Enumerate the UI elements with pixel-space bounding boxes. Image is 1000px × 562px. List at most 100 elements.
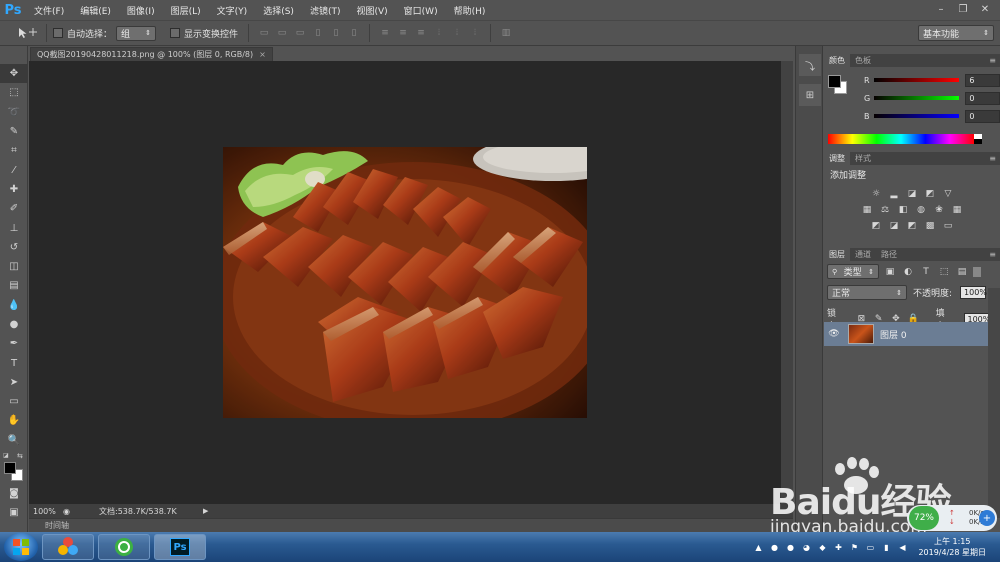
photo-filter-icon[interactable]: ◍	[914, 204, 928, 216]
distribute-hcenter-icon[interactable]: ⦙	[451, 27, 463, 39]
distribute-vcenter-icon[interactable]: ≡	[397, 27, 409, 39]
zoom-level[interactable]: 100%	[29, 507, 63, 516]
layer-name[interactable]: 图层 0	[880, 328, 907, 341]
properties-panel-icon[interactable]: ⊞	[799, 84, 821, 106]
filter-smart-icon[interactable]: ▤	[955, 266, 969, 278]
posterize-icon[interactable]: ◪	[887, 220, 901, 232]
tab-swatches[interactable]: 色板	[850, 54, 876, 67]
blur-tool-icon[interactable]: 💧	[0, 296, 28, 315]
marquee-tool-icon[interactable]: ⬚	[0, 83, 28, 102]
menu-image[interactable]: 图像(I)	[119, 4, 163, 17]
menu-window[interactable]: 窗口(W)	[396, 4, 446, 17]
menu-select[interactable]: 选择(S)	[255, 4, 302, 17]
menu-type[interactable]: 文字(Y)	[209, 4, 256, 17]
menu-layer[interactable]: 图层(L)	[163, 4, 209, 17]
menu-file[interactable]: 文件(F)	[26, 4, 72, 17]
add-icon[interactable]: +	[979, 510, 995, 526]
b-slider-track[interactable]	[873, 114, 960, 118]
clone-stamp-tool-icon[interactable]: ⊥	[0, 218, 28, 237]
black-white-icon[interactable]: ◧	[896, 204, 910, 216]
color-balance-icon[interactable]: ⚖	[878, 204, 892, 216]
close-icon[interactable]: ×	[259, 50, 266, 59]
swap-colors-icon[interactable]: ⇆	[17, 452, 23, 460]
eye-icon[interactable]: 👁	[824, 329, 844, 339]
channel-mixer-icon[interactable]: ❀	[932, 204, 946, 216]
history-brush-tool-icon[interactable]: ↺	[0, 238, 28, 257]
r-slider-track[interactable]	[873, 78, 960, 82]
color-slider-r[interactable]: R 6	[824, 71, 1000, 89]
filter-type-icon[interactable]: T	[919, 266, 933, 278]
menu-filter[interactable]: 滤镜(T)	[302, 4, 349, 17]
align-right-icon[interactable]: ▯	[348, 27, 360, 39]
hand-tool-icon[interactable]: ✋	[0, 411, 28, 430]
security-icon[interactable]: ✚	[832, 541, 844, 553]
show-transform-checkbox[interactable]	[170, 28, 181, 38]
invert-icon[interactable]: ◩	[869, 220, 883, 232]
eraser-tool-icon[interactable]: ◫	[0, 257, 28, 276]
display-icon[interactable]: ▭	[864, 541, 876, 553]
auto-select-dropdown[interactable]: 组 ⇕	[116, 25, 157, 41]
levels-icon[interactable]: ▂	[887, 188, 901, 200]
foreground-color-swatch[interactable]	[828, 75, 841, 88]
color-fg-bg-swatches[interactable]	[828, 75, 848, 95]
clock[interactable]: 上午 1:15 2019/4/28 星期日	[918, 536, 986, 558]
tab-layers[interactable]: 图层	[824, 248, 850, 261]
close-button[interactable]: ✕	[976, 2, 994, 16]
distribute-left-icon[interactable]: ⦙	[433, 27, 445, 39]
document-tab[interactable]: QQ截图20190428011218.png @ 100% (图层 0, RGB…	[30, 47, 273, 61]
filter-toggle-icon[interactable]	[973, 266, 981, 277]
canvas-vertical-scrollbar[interactable]	[781, 61, 793, 504]
gradient-map-icon[interactable]: ▭	[941, 220, 955, 232]
rectangle-tool-icon[interactable]: ▭	[0, 392, 28, 411]
crop-tool-icon[interactable]: ⌗	[0, 141, 28, 160]
path-select-tool-icon[interactable]: ➤	[0, 373, 28, 392]
taskbar-app-photoshop[interactable]: Ps	[154, 534, 206, 560]
qq-icon[interactable]: ●	[768, 541, 780, 553]
pen-tool-icon[interactable]: ✒	[0, 334, 28, 353]
shield-icon[interactable]: ◆	[816, 541, 828, 553]
tab-channels[interactable]: 通道	[850, 248, 876, 261]
opacity-input[interactable]: 100%	[960, 286, 987, 299]
color-lookup-icon[interactable]: ▦	[950, 204, 964, 216]
tray-expand-icon[interactable]: ▲	[752, 541, 764, 553]
foreground-color-swatch[interactable]	[4, 461, 16, 474]
curves-icon[interactable]: ◪	[905, 188, 919, 200]
auto-select-checkbox[interactable]	[53, 28, 63, 38]
align-left-icon[interactable]: ▯	[312, 27, 324, 39]
volume-icon[interactable]: ◀	[896, 541, 908, 553]
flag-icon[interactable]: ⚑	[848, 541, 860, 553]
status-menu-arrow-icon[interactable]: ▶	[203, 507, 208, 515]
timeline-tab[interactable]: 时间轴	[29, 518, 793, 532]
tab-paths[interactable]: 路径	[876, 248, 902, 261]
move-tool-preset-icon[interactable]	[14, 25, 40, 41]
healing-brush-tool-icon[interactable]: ✚	[0, 180, 28, 199]
menu-edit[interactable]: 编辑(E)	[72, 4, 119, 17]
r-value-input[interactable]: 6	[965, 73, 1000, 87]
align-bottom-icon[interactable]: ▭	[294, 27, 306, 39]
blend-mode-dropdown[interactable]: 正常 ⇕	[827, 285, 907, 300]
dodge-tool-icon[interactable]: ●	[0, 315, 28, 334]
distribute-bottom-icon[interactable]: ≡	[415, 27, 427, 39]
quick-mask-icon[interactable]: ◙	[0, 484, 28, 503]
color-spectrum-bw[interactable]	[974, 134, 982, 144]
minimize-button[interactable]: –	[932, 2, 950, 16]
menu-view[interactable]: 视图(V)	[348, 4, 395, 17]
color-slider-b[interactable]: B 0	[824, 107, 1000, 125]
color-spectrum[interactable]	[828, 134, 974, 144]
history-panel-icon[interactable]: ⤵	[799, 54, 821, 76]
gradient-tool-icon[interactable]: ▤	[0, 276, 28, 295]
g-slider-track[interactable]	[873, 96, 960, 100]
panel-menu-icon[interactable]: ≡	[989, 154, 996, 163]
zoom-tool-icon[interactable]: 🔍	[0, 431, 28, 450]
exposure-icon[interactable]: ◩	[923, 188, 937, 200]
color-slider-g[interactable]: G 0	[824, 89, 1000, 107]
distribute-top-icon[interactable]: ≡	[379, 27, 391, 39]
tab-styles[interactable]: 样式	[850, 152, 876, 165]
network-icon[interactable]: ▮	[880, 541, 892, 553]
panel-menu-icon[interactable]: ≡	[989, 250, 996, 259]
g-value-input[interactable]: 0	[965, 91, 1000, 105]
tab-adjustments[interactable]: 调整	[824, 152, 850, 165]
align-top-icon[interactable]: ▭	[258, 27, 270, 39]
menu-help[interactable]: 帮助(H)	[446, 4, 494, 17]
eyedropper-tool-icon[interactable]: ⁄	[0, 160, 28, 179]
